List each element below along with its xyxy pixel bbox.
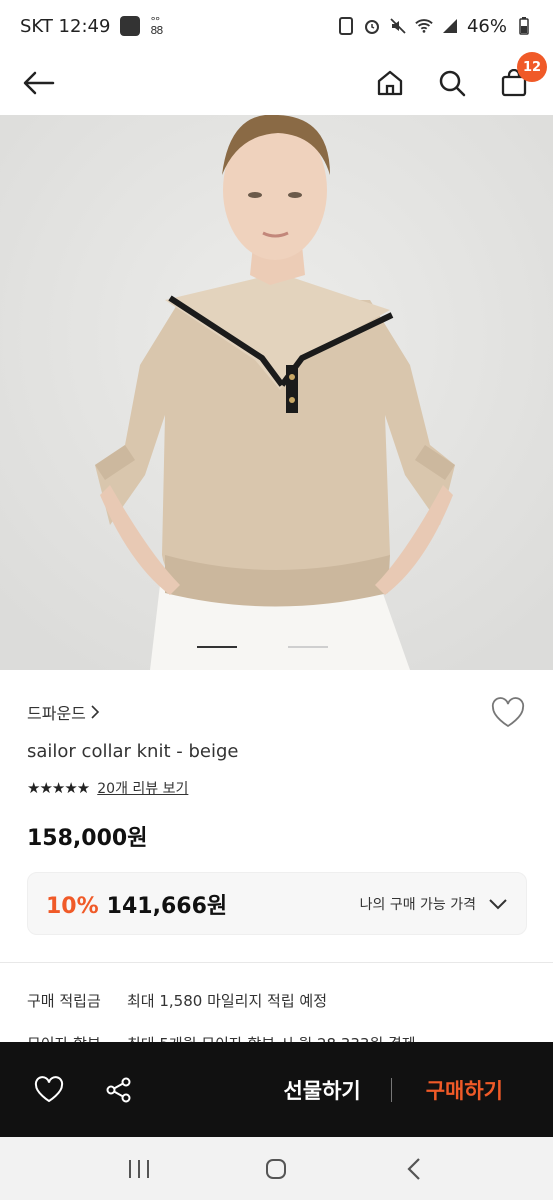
original-price: 158,000원: [27, 826, 148, 851]
chevron-right-icon: [91, 705, 100, 719]
alarm-icon: [363, 17, 381, 35]
like-button[interactable]: [32, 1073, 66, 1107]
share-icon: [106, 1077, 131, 1102]
back-chevron-icon: [407, 1157, 420, 1180]
section-divider: [0, 962, 553, 963]
recent-apps-button[interactable]: [122, 1152, 156, 1186]
brand-link[interactable]: 드파운드: [27, 700, 100, 724]
action-buttons: 선물하기 구매하기: [253, 1042, 503, 1137]
rating-row: ★★★★★ 20개 리뷰 보기: [27, 778, 188, 798]
battery-percent: 46%: [466, 15, 507, 37]
heart-outline-icon: [491, 697, 525, 728]
buy-button[interactable]: 구매하기: [392, 1075, 503, 1105]
search-icon: [439, 70, 466, 97]
battery-icon: [515, 17, 533, 35]
recent-apps-icon: [128, 1159, 149, 1178]
my-price-toggle[interactable]: 나의 구매 가능 가격: [360, 894, 508, 914]
status-left: SKT 12:49 °° 88: [20, 16, 166, 37]
bottom-action-bar: 선물하기 구매하기: [0, 1042, 553, 1137]
home-square-icon: [266, 1158, 287, 1179]
discount-price: 141,666원: [106, 893, 228, 919]
app-notification-icon: [120, 16, 141, 36]
back-button[interactable]: [22, 66, 56, 100]
wishlist-button[interactable]: [490, 697, 526, 731]
points-label: 구매 적립금: [27, 992, 101, 1010]
gift-button[interactable]: 선물하기: [253, 1075, 390, 1105]
product-name: sailor collar knit - beige: [27, 741, 239, 762]
product-photo: [0, 115, 553, 670]
cart-button[interactable]: 12: [497, 52, 547, 100]
notification-dots-icon: °° 88: [150, 15, 163, 37]
carousel-indicator: [288, 646, 328, 648]
discount-price-box[interactable]: 10% 141,666원 나의 구매 가능 가격: [27, 872, 527, 935]
nav-actions: 12: [373, 52, 547, 100]
chevron-down-icon: [489, 898, 507, 909]
mute-icon: [389, 17, 407, 35]
heart-icon: [34, 1075, 64, 1102]
carousel-indicator-active: [197, 646, 237, 648]
star-rating: ★★★★★: [27, 779, 90, 797]
system-nav-bar: [0, 1137, 553, 1200]
brand-name: 드파운드: [27, 704, 86, 723]
signal-icon: [441, 17, 459, 35]
system-back-button[interactable]: [397, 1152, 431, 1186]
cart-count-badge: 12: [517, 52, 547, 82]
discount-left: 10% 141,666원: [46, 888, 227, 920]
my-price-label: 나의 구매 가능 가격: [359, 896, 476, 913]
system-home-button[interactable]: [259, 1152, 293, 1186]
product-image-carousel[interactable]: [0, 115, 553, 670]
status-bar: SKT 12:49 °° 88 46%: [0, 0, 553, 52]
home-button[interactable]: [373, 66, 407, 100]
top-nav: 12: [0, 52, 553, 114]
back-arrow-icon: [23, 71, 55, 95]
home-icon: [377, 70, 403, 96]
action-icons: [32, 1073, 136, 1107]
wifi-icon: [415, 17, 433, 35]
discount-rate: 10%: [46, 893, 99, 919]
points-row: 구매 적립금 최대 1,580 마일리지 적립 예정: [27, 990, 327, 1011]
nfc-icon: [337, 17, 355, 35]
review-link[interactable]: 20개 리뷰 보기: [97, 778, 188, 798]
status-right: 46%: [337, 16, 533, 37]
search-button[interactable]: [435, 66, 469, 100]
carrier-time: SKT 12:49: [20, 15, 111, 37]
points-value: 최대 1,580 마일리지 적립 예정: [127, 992, 328, 1010]
share-button[interactable]: [102, 1073, 136, 1107]
